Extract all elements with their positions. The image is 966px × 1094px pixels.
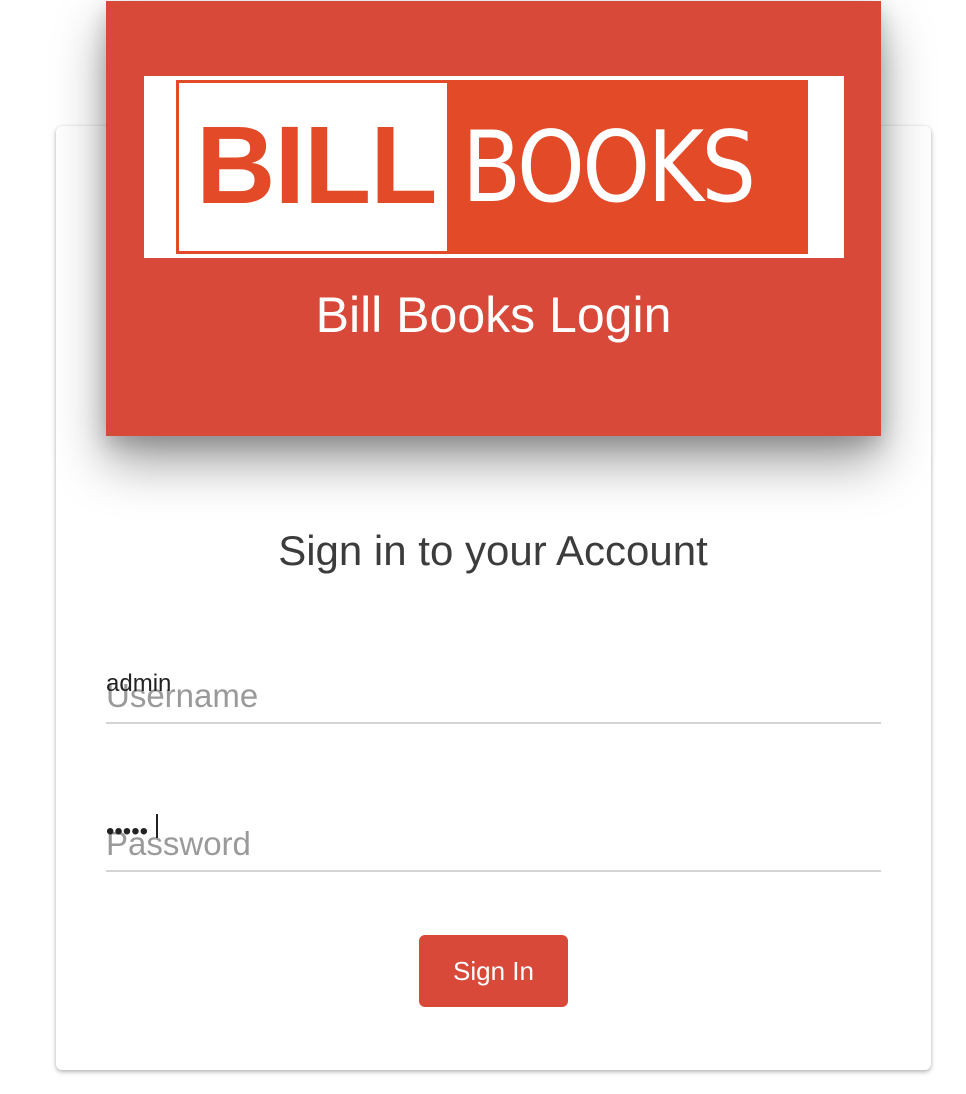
- header-title: Bill Books Login: [315, 287, 672, 343]
- text-caret: [156, 814, 158, 838]
- username-underline: [106, 722, 881, 724]
- username-field[interactable]: Username: [106, 664, 881, 724]
- sign-in-button[interactable]: Sign In: [419, 935, 568, 1007]
- password-input[interactable]: [106, 816, 881, 848]
- username-input[interactable]: [106, 668, 881, 700]
- bill-books-logo: BILL BOOKS: [144, 76, 844, 258]
- password-field[interactable]: Password: [106, 812, 881, 872]
- password-underline: [106, 870, 881, 872]
- logo-bill-text: BILL: [196, 104, 437, 227]
- logo-books-text: BOOKS: [462, 111, 756, 225]
- login-header: BILL BOOKS Bill Books Login: [106, 1, 881, 436]
- signin-subtitle: Sign in to your Account: [278, 527, 708, 574]
